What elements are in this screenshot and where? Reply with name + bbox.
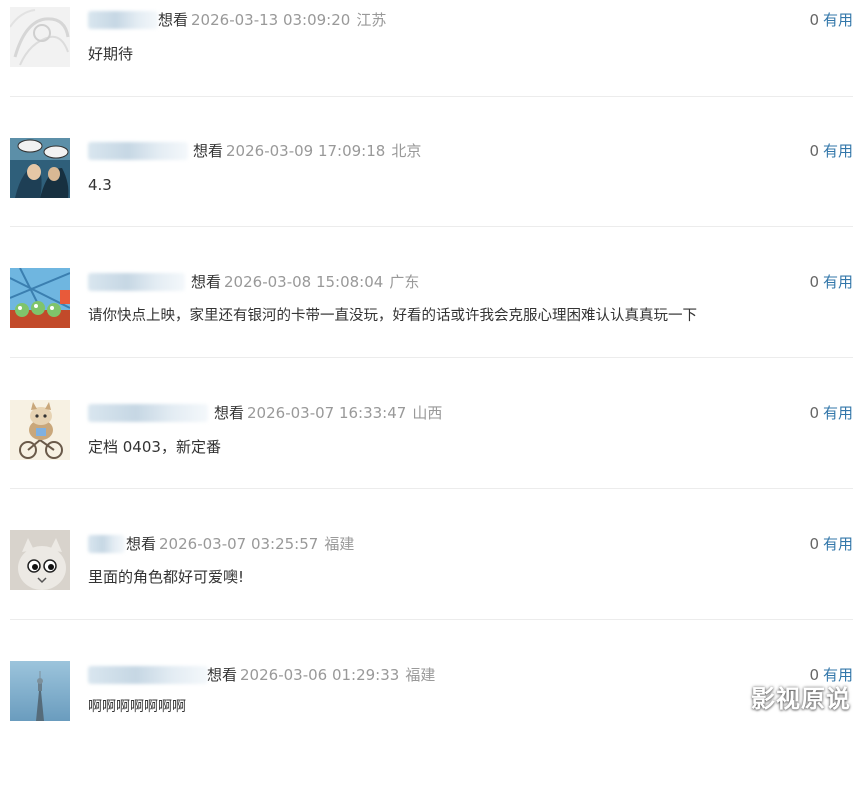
avatar[interactable] (10, 661, 70, 721)
comment-location: 北京 (391, 142, 422, 160)
watermark: 影视原说 (751, 685, 851, 713)
comment-meta: 想看 2026-03-13 03:09:20 江苏 (158, 10, 386, 30)
comment-meta: 想看 2026-03-06 01:29:33 福建 (207, 665, 435, 685)
comment-item: 想看 2026-03-06 01:29:33 福建 0 有用 啊啊啊啊啊啊啊 (0, 655, 865, 786)
watch-status: 想看 (158, 11, 189, 29)
username-blurred[interactable] (88, 666, 208, 684)
divider (10, 357, 853, 358)
vote-count: 0 (809, 273, 819, 291)
comment-time: 2026-03-13 03:09:20 (191, 11, 351, 29)
avatar[interactable] (10, 7, 70, 67)
avatar[interactable] (10, 400, 70, 460)
comment-meta: 想看 2026-03-07 16:33:47 山西 (214, 403, 442, 423)
comment-text: 定档 0403，新定番 (88, 438, 221, 456)
comment-time: 2026-03-06 01:29:33 (240, 666, 400, 684)
vote-area: 0 有用 (809, 403, 853, 423)
useful-button[interactable]: 有用 (823, 11, 853, 29)
comment-item: 想看 2026-03-13 03:09:20 江苏 0 有用 好期待 (0, 0, 865, 131)
comment-text: 请你快点上映，家里还有银河的卡带一直没玩，好看的话或许我会克服心理困难认认真真玩… (88, 308, 697, 324)
divider (10, 619, 853, 620)
comment-item: 想看 2026-03-09 17:09:18 北京 0 有用 4.3 (0, 131, 865, 262)
comment-text: 好期待 (88, 45, 134, 63)
useful-button[interactable]: 有用 (823, 535, 853, 553)
comment-meta: 想看 2026-03-09 17:09:18 北京 (193, 141, 421, 161)
comment-time: 2026-03-08 15:08:04 (224, 273, 384, 291)
comment-location: 江苏 (356, 11, 387, 29)
comment-time: 2026-03-07 03:25:57 (159, 535, 319, 553)
comment-meta: 想看 2026-03-07 03:25:57 福建 (126, 534, 354, 554)
watch-status: 想看 (207, 666, 238, 684)
comment-location: 福建 (405, 666, 436, 684)
comment-item: 想看 2026-03-07 03:25:57 福建 0 有用 里面的角色都好可爱噢! (0, 524, 865, 655)
vote-area: 0 有用 (809, 141, 853, 161)
watch-status: 想看 (214, 404, 245, 422)
vote-count: 0 (809, 404, 819, 422)
comment-text: 里面的角色都好可爱噢! (88, 568, 245, 586)
useful-button[interactable]: 有用 (823, 142, 853, 160)
comment-location: 广东 (389, 273, 420, 291)
divider (10, 226, 853, 227)
comment-meta: 想看 2026-03-08 15:08:04 广东 (191, 272, 419, 292)
divider (10, 488, 853, 489)
username-blurred[interactable] (88, 142, 188, 160)
avatar[interactable] (10, 530, 70, 590)
avatar[interactable] (10, 138, 70, 198)
watch-status: 想看 (193, 142, 224, 160)
username-blurred[interactable] (88, 404, 208, 422)
watch-status: 想看 (126, 535, 157, 553)
comment-time: 2026-03-09 17:09:18 (226, 142, 386, 160)
comment-location: 山西 (412, 404, 443, 422)
comment-time: 2026-03-07 16:33:47 (247, 404, 407, 422)
vote-count: 0 (809, 11, 819, 29)
username-blurred[interactable] (88, 11, 158, 29)
vote-area: 0 有用 (809, 272, 853, 292)
vote-count: 0 (809, 535, 819, 553)
comment-text: 4.3 (88, 176, 112, 194)
username-blurred[interactable] (88, 535, 125, 553)
comment-item: 想看 2026-03-07 16:33:47 山西 0 有用 定档 0403，新定番 (0, 393, 865, 524)
vote-area: 0 有用 (809, 534, 853, 554)
divider (10, 96, 853, 97)
useful-button[interactable]: 有用 (823, 404, 853, 422)
username-blurred[interactable] (88, 273, 185, 291)
watch-status: 想看 (191, 273, 222, 291)
vote-area: 0 有用 (809, 10, 853, 30)
avatar[interactable] (10, 268, 70, 328)
comment-text: 啊啊啊啊啊啊啊 (88, 699, 186, 715)
comment-location: 福建 (324, 535, 355, 553)
useful-button[interactable]: 有用 (823, 273, 853, 291)
comment-item: 想看 2026-03-08 15:08:04 广东 0 有用 请你快点上映，家里还有银… (0, 262, 865, 393)
vote-count: 0 (809, 142, 819, 160)
